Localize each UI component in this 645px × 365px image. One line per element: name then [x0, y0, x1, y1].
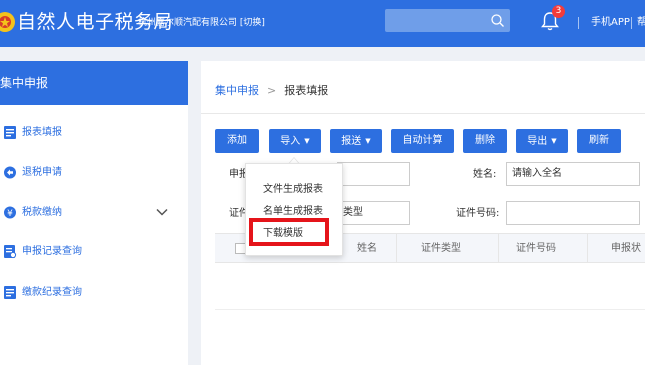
- receipt-icon: [4, 286, 16, 299]
- name-placeholder: 请输入全名: [512, 168, 562, 179]
- header-divider: [578, 17, 579, 29]
- sidebar-item-payment-records[interactable]: 缴款纪录查询: [0, 283, 188, 303]
- search-input[interactable]: [385, 9, 510, 32]
- caret-down-icon: ▼: [365, 137, 371, 145]
- header-divider-line: [201, 113, 645, 114]
- annotation-highlight-box: [249, 218, 329, 246]
- add-button-label: 添加: [227, 135, 247, 146]
- refresh-button[interactable]: 刷新: [577, 129, 621, 153]
- sidebar-item-report-filing[interactable]: 报表填报: [0, 123, 188, 143]
- chevron-down-icon[interactable]: [156, 207, 168, 217]
- sidebar-item-label: 税款缴纳: [22, 207, 62, 218]
- delete-button[interactable]: 删除: [463, 129, 507, 153]
- caret-down-icon: ▼: [551, 137, 557, 145]
- menu-item-list-generate-report[interactable]: 名单生成报表: [263, 205, 323, 219]
- column-cert-no[interactable]: 证件号码: [516, 242, 556, 256]
- column-name[interactable]: 姓名: [357, 242, 377, 256]
- top-bar: 自然人电子税务局 杭州嘉尔顺汽配有限公司 [切换] 3 手机APP 帮: [0, 0, 645, 47]
- auto-calculate-label: 自动计算: [402, 135, 443, 146]
- delete-button-label: 删除: [475, 135, 495, 146]
- name-input[interactable]: 请输入全名: [506, 162, 640, 186]
- import-button[interactable]: 导入 ▼: [269, 129, 321, 153]
- notification-badge: 3: [552, 5, 565, 18]
- column-divider: [587, 234, 588, 262]
- column-declare-status[interactable]: 申报状: [611, 242, 641, 256]
- sidebar-item-label: 报表填报: [22, 127, 62, 138]
- caret-down-icon: ▼: [304, 137, 310, 145]
- column-divider: [498, 234, 499, 262]
- refresh-button-label: 刷新: [589, 135, 609, 146]
- cert-type-value: 类型: [343, 207, 363, 218]
- name-label: 姓名:: [473, 169, 497, 180]
- help-link[interactable]: 帮: [637, 16, 645, 30]
- refund-icon: [4, 166, 16, 179]
- menu-item-file-generate-report[interactable]: 文件生成报表: [263, 183, 323, 197]
- sidebar-item-tax-payment[interactable]: ¥ 税款缴纳: [0, 203, 188, 223]
- header-divider: [631, 17, 632, 29]
- import-button-label: 导入: [280, 136, 301, 147]
- add-button[interactable]: 添加: [215, 129, 259, 153]
- search-icon[interactable]: [490, 13, 505, 28]
- sidebar: 集中申报 报表填报 退税申请 ¥ 税款缴纳 申报记录查询 缴款纪录查询: [0, 61, 188, 365]
- sidebar-item-declaration-records[interactable]: 申报记录查询: [0, 242, 188, 262]
- export-button[interactable]: 导出 ▼: [516, 129, 568, 153]
- sidebar-item-label: 缴款纪录查询: [22, 287, 82, 298]
- svg-text:¥: ¥: [7, 209, 13, 219]
- cert-type-select[interactable]: 类型: [337, 201, 410, 225]
- mobile-app-link[interactable]: 手机APP: [591, 16, 630, 30]
- submit-button[interactable]: 报送 ▼: [330, 129, 382, 153]
- breadcrumb-separator: >: [267, 84, 277, 97]
- cert-no-label: 证件号码:: [456, 208, 500, 219]
- column-divider: [396, 234, 397, 262]
- sidebar-item-label: 申报记录查询: [22, 246, 82, 257]
- submit-button-label: 报送: [341, 136, 362, 147]
- declare-select[interactable]: [337, 162, 410, 186]
- sidebar-item-refund[interactable]: 退税申请: [0, 163, 188, 183]
- sidebar-item-label: 退税申请: [22, 167, 62, 178]
- auto-calculate-button[interactable]: 自动计算: [391, 129, 454, 153]
- tax-emblem-logo: [0, 12, 15, 32]
- record-icon: [4, 245, 17, 259]
- table-row-divider: [215, 309, 645, 310]
- cert-no-input[interactable]: [506, 201, 640, 225]
- column-cert-type[interactable]: 证件类型: [421, 242, 461, 256]
- sidebar-title[interactable]: 集中申报: [0, 61, 188, 105]
- export-button-label: 导出: [527, 136, 548, 147]
- breadcrumb-current: 报表填报: [284, 84, 329, 97]
- payment-icon: ¥: [4, 206, 16, 219]
- report-icon: [4, 126, 16, 139]
- breadcrumb: 集中申报 > 报表填报: [215, 83, 328, 99]
- company-switcher[interactable]: 杭州嘉尔顺汽配有限公司 [切换]: [138, 17, 265, 29]
- breadcrumb-root-link[interactable]: 集中申报: [215, 84, 259, 97]
